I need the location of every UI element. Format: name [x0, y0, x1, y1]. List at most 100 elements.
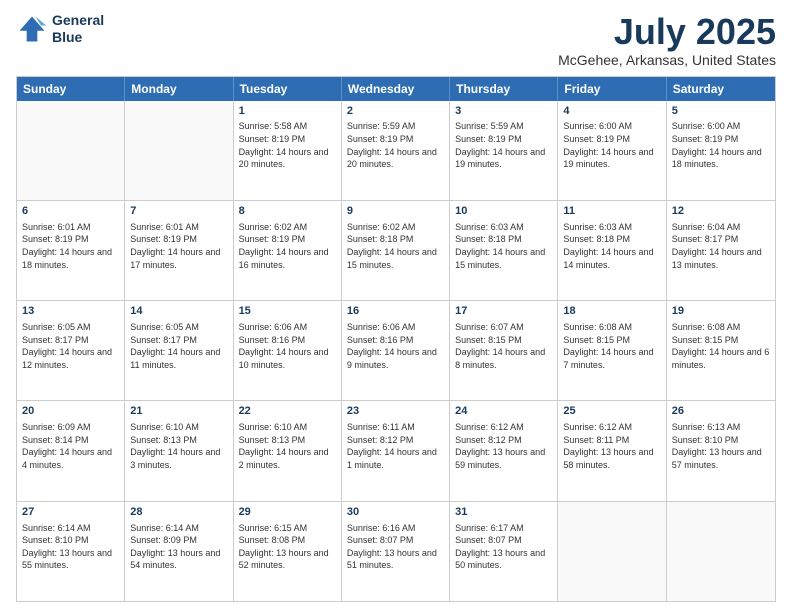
day-number: 21	[130, 404, 227, 419]
day-number: 31	[455, 505, 552, 520]
cell-detail: Sunrise: 6:05 AMSunset: 8:17 PMDaylight:…	[22, 321, 119, 371]
cell-detail: Sunrise: 6:14 AMSunset: 8:09 PMDaylight:…	[130, 522, 227, 572]
day-number: 24	[455, 404, 552, 419]
cal-cell: 31Sunrise: 6:17 AMSunset: 8:07 PMDayligh…	[450, 502, 558, 601]
day-number: 20	[22, 404, 119, 419]
day-number: 9	[347, 204, 444, 219]
cell-detail: Sunrise: 6:14 AMSunset: 8:10 PMDaylight:…	[22, 522, 119, 572]
cell-detail: Sunrise: 6:02 AMSunset: 8:18 PMDaylight:…	[347, 221, 444, 271]
cell-detail: Sunrise: 6:08 AMSunset: 8:15 PMDaylight:…	[563, 321, 660, 371]
day-number: 5	[672, 104, 770, 119]
cal-cell	[125, 101, 233, 200]
cell-detail: Sunrise: 6:07 AMSunset: 8:15 PMDaylight:…	[455, 321, 552, 371]
day-number: 1	[239, 104, 336, 119]
cal-cell	[667, 502, 775, 601]
cal-cell: 20 Sunrise: 6:09 AMSunset: 8:14 PMDayligh…	[17, 401, 125, 500]
logo-text: General Blue	[52, 12, 104, 46]
cell-detail: Sunrise: 6:06 AMSunset: 8:16 PMDaylight:…	[347, 321, 444, 371]
cell-detail: Sunrise: 6:10 AMSunset: 8:13 PMDaylight:…	[239, 421, 336, 471]
calendar: SundayMondayTuesdayWednesdayThursdayFrid…	[16, 76, 776, 602]
cal-cell: 9 Sunrise: 6:02 AMSunset: 8:18 PMDaylight…	[342, 201, 450, 300]
cell-detail: Sunrise: 5:58 AMSunset: 8:19 PMDaylight:…	[239, 120, 336, 170]
header: General Blue July 2025 McGehee, Arkansas…	[16, 12, 776, 68]
cal-cell: 5Sunrise: 6:00 AMSunset: 8:19 PMDaylight…	[667, 101, 775, 200]
cell-detail: Sunrise: 6:03 AMSunset: 8:18 PMDaylight:…	[455, 221, 552, 271]
cell-detail: Sunrise: 6:01 AMSunset: 8:19 PMDaylight:…	[22, 221, 119, 271]
title-block: July 2025 McGehee, Arkansas, United Stat…	[558, 12, 776, 68]
cell-detail: Sunrise: 6:00 AMSunset: 8:19 PMDaylight:…	[672, 120, 770, 170]
month-title: July 2025	[558, 12, 776, 52]
cal-cell: 7 Sunrise: 6:01 AMSunset: 8:19 PMDaylight…	[125, 201, 233, 300]
cell-detail: Sunrise: 6:10 AMSunset: 8:13 PMDaylight:…	[130, 421, 227, 471]
day-number: 8	[239, 204, 336, 219]
cal-cell: 27 Sunrise: 6:14 AMSunset: 8:10 PMDayligh…	[17, 502, 125, 601]
day-number: 23	[347, 404, 444, 419]
cal-week-3: 20 Sunrise: 6:09 AMSunset: 8:14 PMDayligh…	[17, 400, 775, 500]
day-number: 11	[563, 204, 660, 219]
cal-week-1: 6Sunrise: 6:01 AMSunset: 8:19 PMDaylight…	[17, 200, 775, 300]
header-day-tuesday: Tuesday	[234, 77, 342, 101]
cal-cell: 2Sunrise: 5:59 AMSunset: 8:19 PMDaylight…	[342, 101, 450, 200]
cal-cell	[17, 101, 125, 200]
header-day-wednesday: Wednesday	[342, 77, 450, 101]
cal-cell: 15 Sunrise: 6:06 AMSunset: 8:16 PMDayligh…	[234, 301, 342, 400]
day-number: 14	[130, 304, 227, 319]
cal-cell: 28 Sunrise: 6:14 AMSunset: 8:09 PMDayligh…	[125, 502, 233, 601]
header-day-sunday: Sunday	[17, 77, 125, 101]
cal-cell: 23 Sunrise: 6:11 AMSunset: 8:12 PMDayligh…	[342, 401, 450, 500]
logo: General Blue	[16, 12, 104, 46]
day-number: 19	[672, 304, 770, 319]
cell-detail: Sunrise: 6:05 AMSunset: 8:17 PMDaylight:…	[130, 321, 227, 371]
logo-line1: General	[52, 12, 104, 29]
cal-cell: 16 Sunrise: 6:06 AMSunset: 8:16 PMDayligh…	[342, 301, 450, 400]
cal-cell: 21 Sunrise: 6:10 AMSunset: 8:13 PMDayligh…	[125, 401, 233, 500]
cal-cell: 10 Sunrise: 6:03 AMSunset: 8:18 PMDayligh…	[450, 201, 558, 300]
header-day-thursday: Thursday	[450, 77, 558, 101]
cell-detail: Sunrise: 6:04 AMSunset: 8:17 PMDaylight:…	[672, 221, 770, 271]
cell-detail: Sunrise: 6:12 AMSunset: 8:12 PMDaylight:…	[455, 421, 552, 471]
day-number: 27	[22, 505, 119, 520]
header-day-friday: Friday	[558, 77, 666, 101]
cal-cell: 6Sunrise: 6:01 AMSunset: 8:19 PMDaylight…	[17, 201, 125, 300]
cal-cell: 8 Sunrise: 6:02 AMSunset: 8:19 PMDaylight…	[234, 201, 342, 300]
day-number: 10	[455, 204, 552, 219]
cell-detail: Sunrise: 6:09 AMSunset: 8:14 PMDaylight:…	[22, 421, 119, 471]
logo-icon	[16, 13, 48, 45]
day-number: 18	[563, 304, 660, 319]
cal-cell: 19Sunrise: 6:08 AMSunset: 8:15 PMDayligh…	[667, 301, 775, 400]
cal-cell: 30Sunrise: 6:16 AMSunset: 8:07 PMDayligh…	[342, 502, 450, 601]
day-number: 22	[239, 404, 336, 419]
day-number: 7	[130, 204, 227, 219]
cal-cell: 29Sunrise: 6:15 AMSunset: 8:08 PMDayligh…	[234, 502, 342, 601]
cell-detail: Sunrise: 6:02 AMSunset: 8:19 PMDaylight:…	[239, 221, 336, 271]
cell-detail: Sunrise: 5:59 AMSunset: 8:19 PMDaylight:…	[347, 120, 444, 170]
cal-cell: 11 Sunrise: 6:03 AMSunset: 8:18 PMDayligh…	[558, 201, 666, 300]
cal-cell: 17Sunrise: 6:07 AMSunset: 8:15 PMDayligh…	[450, 301, 558, 400]
day-number: 28	[130, 505, 227, 520]
cal-cell: 12 Sunrise: 6:04 AMSunset: 8:17 PMDayligh…	[667, 201, 775, 300]
cell-detail: Sunrise: 6:03 AMSunset: 8:18 PMDaylight:…	[563, 221, 660, 271]
day-number: 26	[672, 404, 770, 419]
cal-week-0: 1Sunrise: 5:58 AMSunset: 8:19 PMDaylight…	[17, 101, 775, 200]
cell-detail: Sunrise: 6:06 AMSunset: 8:16 PMDaylight:…	[239, 321, 336, 371]
logo-line2: Blue	[52, 29, 104, 46]
header-day-monday: Monday	[125, 77, 233, 101]
calendar-header: SundayMondayTuesdayWednesdayThursdayFrid…	[17, 77, 775, 101]
cal-cell	[558, 502, 666, 601]
cell-detail: Sunrise: 6:01 AMSunset: 8:19 PMDaylight:…	[130, 221, 227, 271]
cal-cell: 3Sunrise: 5:59 AMSunset: 8:19 PMDaylight…	[450, 101, 558, 200]
day-number: 25	[563, 404, 660, 419]
day-number: 16	[347, 304, 444, 319]
cell-detail: Sunrise: 6:15 AMSunset: 8:08 PMDaylight:…	[239, 522, 336, 572]
day-number: 12	[672, 204, 770, 219]
cal-cell: 13Sunrise: 6:05 AMSunset: 8:17 PMDayligh…	[17, 301, 125, 400]
day-number: 4	[563, 104, 660, 119]
day-number: 3	[455, 104, 552, 119]
cal-cell: 1Sunrise: 5:58 AMSunset: 8:19 PMDaylight…	[234, 101, 342, 200]
cal-cell: 24 Sunrise: 6:12 AMSunset: 8:12 PMDayligh…	[450, 401, 558, 500]
cal-cell: 25Sunrise: 6:12 AMSunset: 8:11 PMDayligh…	[558, 401, 666, 500]
day-number: 15	[239, 304, 336, 319]
day-number: 2	[347, 104, 444, 119]
cal-cell: 14 Sunrise: 6:05 AMSunset: 8:17 PMDayligh…	[125, 301, 233, 400]
cell-detail: Sunrise: 6:11 AMSunset: 8:12 PMDaylight:…	[347, 421, 444, 471]
